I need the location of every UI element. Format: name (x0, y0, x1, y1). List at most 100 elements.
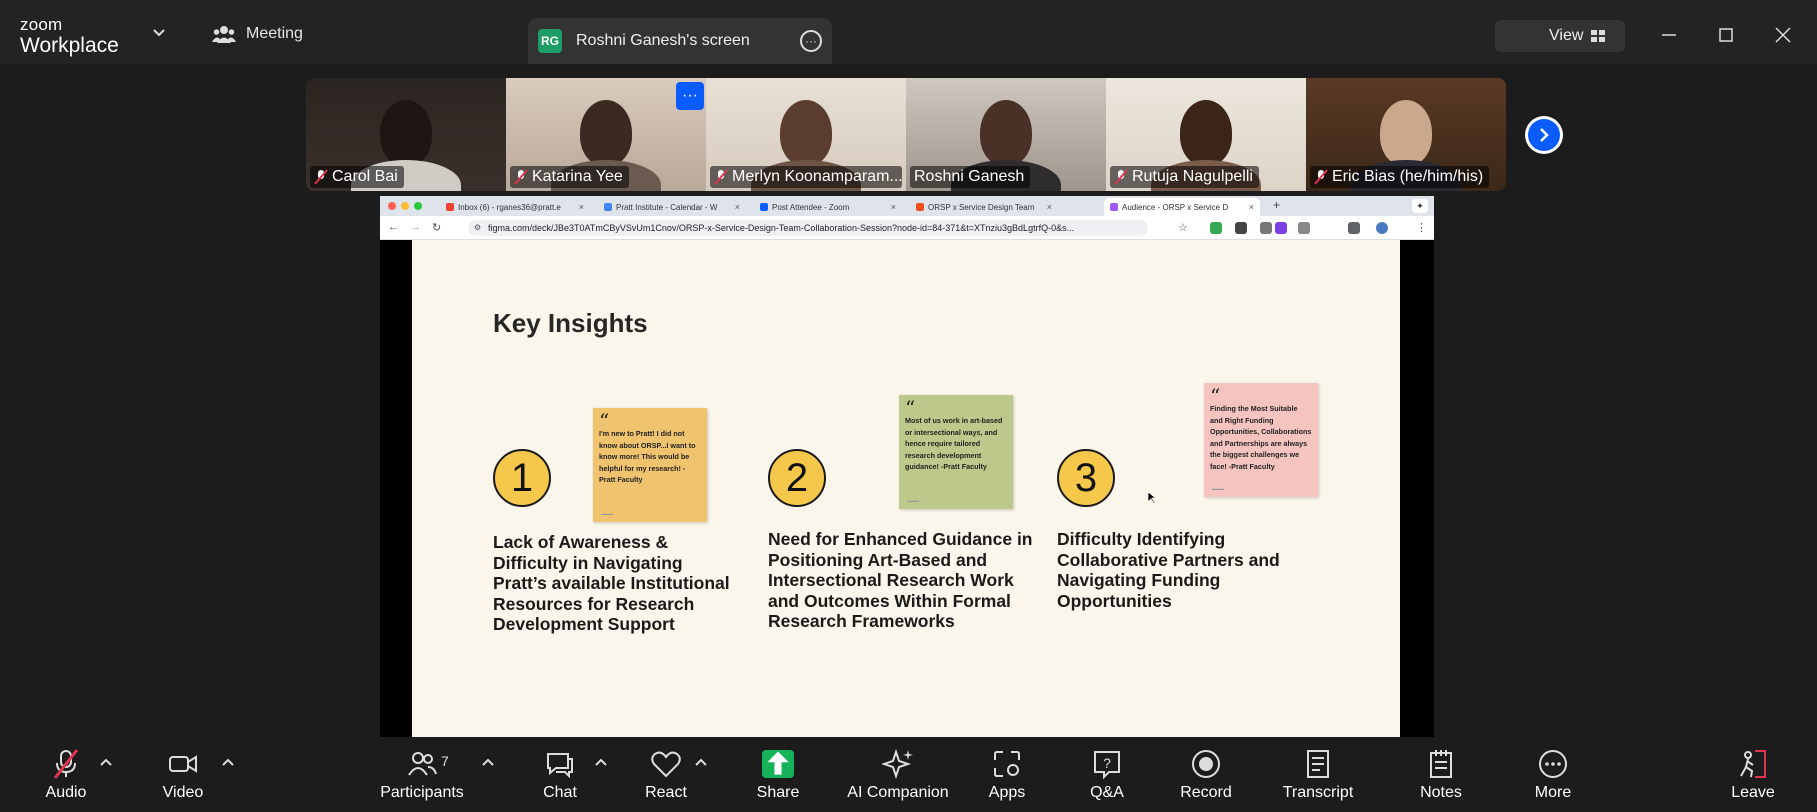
view-button[interactable]: View (1495, 20, 1625, 52)
tab-close-icon[interactable]: × (891, 202, 896, 212)
notes-button[interactable]: Notes (1386, 748, 1496, 802)
chat-options-caret-icon[interactable] (595, 758, 607, 766)
new-tab-icon[interactable]: + (1273, 198, 1280, 212)
leave-button[interactable]: Leave (1698, 748, 1808, 802)
react-label: React (645, 784, 687, 801)
url-text: figma.com/deck/JBe3T0ATmCByVSvUm1Cnov/OR… (488, 223, 1075, 233)
view-label: View (1549, 27, 1584, 44)
tab-label: Pratt Institute - Calendar - W (616, 202, 718, 212)
bookmark-star-icon[interactable]: ☆ (1178, 221, 1188, 234)
participants-button[interactable]: Participants (367, 748, 477, 802)
apps-icon (994, 751, 1020, 777)
tab-close-icon[interactable]: × (579, 202, 584, 212)
browser-tab-active[interactable]: Audience - ORSP x Service D × (1104, 198, 1260, 216)
participant-video-head (380, 100, 432, 166)
browser-tab[interactable]: Pratt Institute - Calendar - W × (598, 198, 746, 216)
calendar-icon (604, 203, 612, 211)
transcript-button[interactable]: Transcript (1263, 748, 1373, 802)
audio-button[interactable]: Audio (11, 748, 121, 802)
participant-video-head (1380, 100, 1432, 166)
more-dots-icon (1539, 750, 1567, 778)
meeting-controls-toolbar: Audio Video Participants 7 Chat React Sh… (0, 738, 1817, 812)
apps-button[interactable]: Apps (952, 748, 1062, 802)
react-button[interactable]: React (611, 748, 721, 802)
chevron-down-icon[interactable] (152, 28, 166, 38)
participant-video-head (580, 100, 632, 166)
browser-tab[interactable]: ORSP x Service Design Team × (910, 198, 1058, 216)
extension-icon[interactable] (1235, 222, 1247, 234)
site-info-icon[interactable]: ⚙ (474, 220, 481, 236)
logo-zoom-text: zoom (20, 15, 63, 34)
ai-companion-button[interactable]: AI Companion (843, 748, 953, 802)
video-button[interactable]: Video (128, 748, 238, 802)
maximize-icon[interactable] (1711, 20, 1741, 50)
url-field[interactable]: ⚙ figma.com/deck/JBe3T0ATmCByVSvUm1Cnov/… (468, 220, 1148, 236)
participant-tile[interactable]: Merlyn Koonamparam... (706, 78, 906, 191)
next-page-button[interactable] (1525, 116, 1563, 154)
browser-tab-bar: Inbox (6) - rganes36@pratt.e × Pratt Ins… (380, 196, 1434, 216)
quote-mark-icon: “ (599, 409, 610, 433)
sticky-note-text: Finding the Most Suitable and Right Fund… (1210, 404, 1312, 471)
react-options-caret-icon[interactable] (695, 758, 707, 766)
notes-label: Notes (1420, 784, 1462, 801)
video-options-caret-icon[interactable] (222, 758, 234, 766)
extension-icon[interactable] (1260, 222, 1272, 234)
minimize-dot-icon[interactable] (401, 202, 409, 210)
zoom-window: zoom Workplace Meeting RG Roshni Ganesh'… (0, 0, 1817, 812)
profile-avatar[interactable] (1376, 222, 1388, 234)
minimize-icon[interactable] (1654, 20, 1684, 50)
insight-number-badge: 2 (768, 449, 826, 507)
participants-options-caret-icon[interactable] (482, 758, 494, 766)
participant-name-tag: Carol Bai (310, 166, 404, 188)
participant-name-tag: Roshni Ganesh (910, 166, 1031, 188)
sticky-note: “ Most of us work in art-based or inters… (899, 395, 1013, 509)
zoom-logo: zoom Workplace (20, 16, 119, 56)
zoom-favicon-icon (760, 203, 768, 211)
participant-tile[interactable]: Eric Bias (he/him/his) (1306, 78, 1506, 191)
reload-icon[interactable]: ↻ (432, 221, 441, 234)
tile-more-button[interactable]: ··· (676, 82, 704, 110)
participant-name-tag: Katarina Yee (510, 166, 629, 188)
slide-title: Key Insights (493, 308, 648, 338)
gemini-icon[interactable]: ✦ (1412, 199, 1428, 213)
record-button[interactable]: Record (1151, 748, 1261, 802)
participant-tile[interactable]: Rutuja Nagulpelli (1106, 78, 1306, 191)
tab-close-icon[interactable]: × (1249, 202, 1254, 212)
close-icon[interactable] (1768, 20, 1798, 50)
more-button[interactable]: More (1498, 748, 1608, 802)
browser-tab[interactable]: Post Attendee - Zoom × (754, 198, 902, 216)
close-dot-icon[interactable] (388, 202, 396, 210)
share-button[interactable]: Share (723, 748, 833, 802)
insight-text: Difficulty Identifying Collaborative Par… (1057, 529, 1280, 611)
participant-video-head (780, 100, 832, 166)
back-icon[interactable]: ← (388, 221, 399, 233)
gmail-icon (446, 203, 454, 211)
grid-icon (1591, 30, 1606, 42)
tab-close-icon[interactable]: × (1047, 202, 1052, 212)
participant-tile[interactable]: Carol Bai (306, 78, 506, 191)
extension-icon[interactable] (1210, 222, 1222, 234)
leave-door-icon (1740, 750, 1766, 778)
extension-icon[interactable] (1275, 222, 1287, 234)
zoom-dot-icon[interactable] (414, 202, 422, 210)
qa-button[interactable]: ? Q&A (1052, 748, 1162, 802)
reading-mode-icon[interactable] (1348, 222, 1360, 234)
browser-menu-icon[interactable]: ⋮ (1416, 221, 1427, 234)
audio-options-caret-icon[interactable] (100, 758, 112, 766)
shared-screen[interactable]: Inbox (6) - rganes36@pratt.e × Pratt Ins… (380, 196, 1434, 737)
participant-tile[interactable]: ··· Katarina Yee (506, 78, 706, 191)
muted-mic-icon (314, 169, 328, 185)
share-options-icon[interactable]: ··· (800, 30, 822, 52)
screen-share-title[interactable]: RG Roshni Ganesh's screen ··· (528, 18, 832, 64)
participant-tile-active-speaker[interactable]: Roshni Ganesh (906, 78, 1106, 191)
participants-count: 7 (441, 753, 449, 769)
puzzle-icon[interactable] (1298, 222, 1310, 234)
meeting-button[interactable]: Meeting (212, 24, 303, 44)
forward-icon[interactable]: → (410, 221, 421, 233)
browser-tab[interactable]: Inbox (6) - rganes36@pratt.e × (440, 198, 590, 216)
record-label: Record (1180, 784, 1232, 801)
tab-close-icon[interactable]: × (735, 202, 740, 212)
chat-button[interactable]: Chat (505, 748, 615, 802)
participant-name: Eric Bias (he/him/his) (1332, 168, 1484, 185)
mouse-cursor-icon (1148, 492, 1157, 504)
